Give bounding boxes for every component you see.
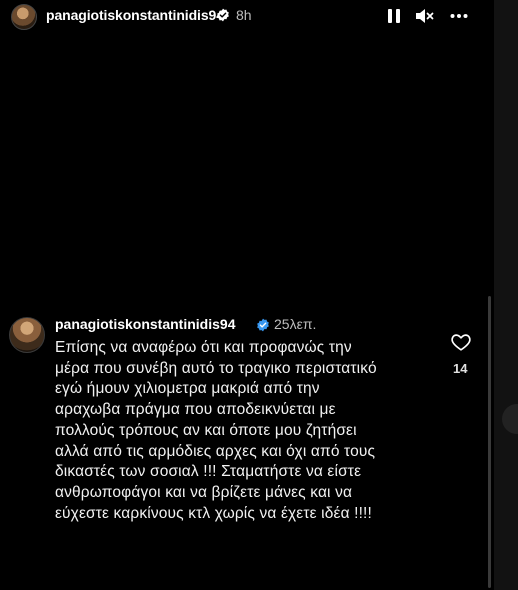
comment-line: εγώ ήμουν χιλιομετρα μακριά από την [55,380,320,398]
side-strip-button[interactable] [502,404,518,434]
comment-text: Επίσης να αναφέρω ότι και προφανώς την μ… [55,338,430,524]
pause-icon[interactable] [384,6,404,26]
comment-line: αλλά από τις αρμόδιες αρχες και όχι από … [55,442,376,460]
page-side-strip [494,0,518,590]
verified-badge-icon [257,318,269,332]
comment-avatar[interactable] [9,317,45,353]
story-timestamp: 8h [236,7,252,23]
story-username[interactable]: panagiotiskonstantinidis94 [46,7,224,23]
story-header: panagiotiskonstantinidis94 8h [0,0,494,32]
verified-badge-icon [217,8,229,22]
speaker-muted-icon[interactable] [414,6,434,26]
comment-line: μέρα που συνέβη αυτό το τραγικο περιστατ… [55,359,377,377]
comment-line: αραχωβα πράγμα που αποδεικνύεται με [55,401,336,419]
story-avatar[interactable] [11,4,37,30]
more-horizontal-icon[interactable] [449,6,469,26]
comment-line: ανθρωποφάγοι και να βρίζετε μάνες και να [55,483,353,501]
heart-outline-icon[interactable] [450,331,472,353]
comment-timestamp: 25λεπ. [274,316,317,332]
comment-line: Επίσης να αναφέρω ότι και προφανώς την [55,339,352,356]
comment-username[interactable]: panagiotiskonstantinidis94 [55,316,235,332]
comments-scrollbar[interactable] [488,296,491,588]
comment-line: δικαστές των σοσιαλ !!! Σταματήστε να εί… [55,463,362,481]
like-count: 14 [453,361,468,376]
comment-line: εύχεστε καρκίνους κτλ χωρίς να έχετε ιδέ… [55,504,372,522]
comment-line: πολλούς τρόπους αν και όποτε μου ζητήσει [55,421,357,439]
